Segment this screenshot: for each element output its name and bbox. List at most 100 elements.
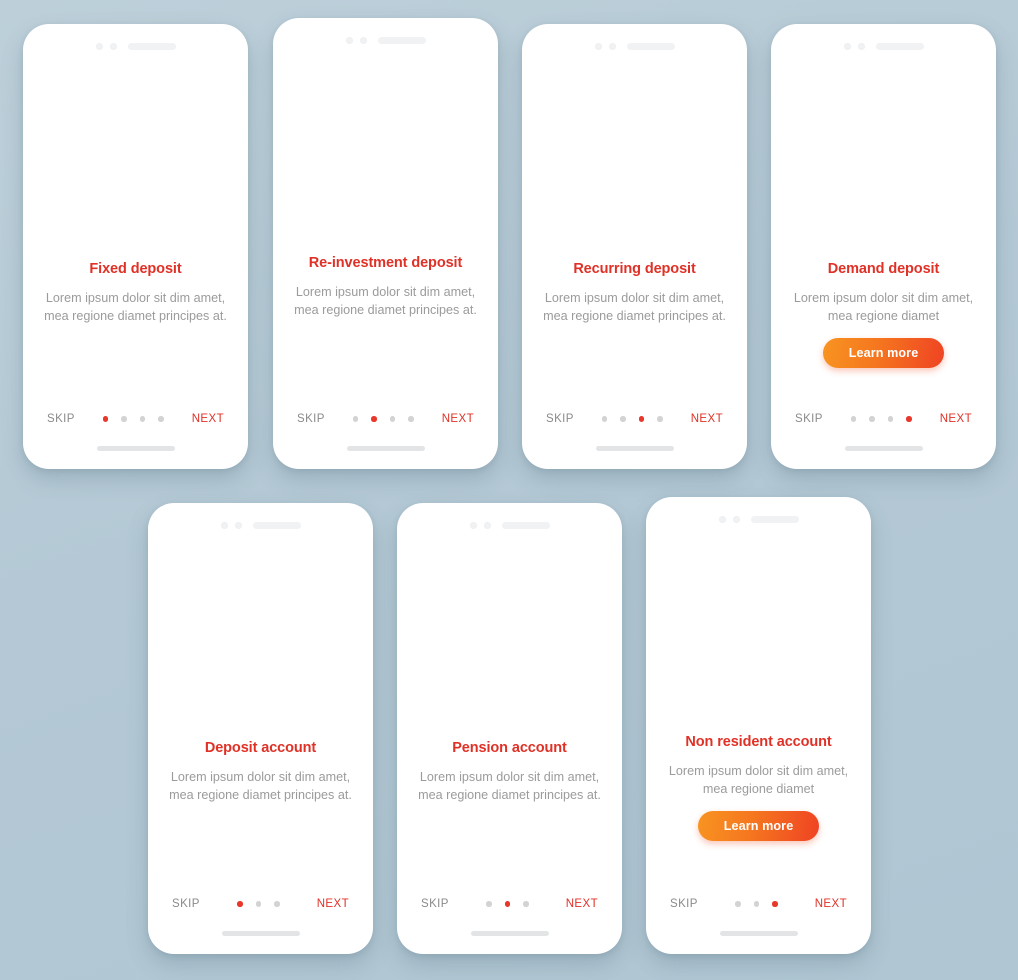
skip-button[interactable]: SKIP: [297, 413, 325, 425]
speaker-grille: [626, 42, 675, 50]
pagination-dot-1[interactable]: [601, 416, 608, 422]
pagination-dot-1[interactable]: [850, 416, 857, 422]
onboarding-nav: SKIP NEXT: [771, 413, 996, 425]
pagination-dot-4[interactable]: [408, 416, 414, 422]
card-description: Lorem ipsum dolor sit dim amet, mea regi…: [294, 285, 477, 317]
pagination-dot-4[interactable]: [657, 416, 663, 422]
pagination-dot-4[interactable]: [158, 416, 164, 422]
pagination-dots: [486, 901, 529, 907]
card-description: Lorem ipsum dolor sit dim amet, mea regi…: [543, 291, 726, 323]
skip-button[interactable]: SKIP: [172, 898, 200, 910]
phone-notch: [397, 503, 622, 537]
skip-button[interactable]: SKIP: [47, 413, 75, 425]
pagination-dot-3[interactable]: [638, 416, 645, 422]
next-button[interactable]: NEXT: [940, 413, 972, 425]
sensor-icon: [234, 521, 242, 529]
pagination-dot-2[interactable]: [121, 416, 127, 422]
speaker-grille: [127, 42, 176, 50]
card-title: Recurring deposit: [573, 261, 696, 277]
pagination-dots: [352, 416, 414, 422]
sensor-icon: [608, 42, 616, 50]
pagination-dots: [735, 901, 778, 907]
pagination-dot-4[interactable]: [906, 416, 912, 422]
card-title: Deposit account: [204, 740, 317, 756]
card-description: Lorem ipsum dolor sit dim amet, mea regi…: [418, 770, 601, 802]
next-button[interactable]: NEXT: [566, 898, 598, 910]
home-indicator: [221, 931, 300, 936]
onboarding-card-2: Re-investment deposit Lorem ipsum dolor s…: [273, 18, 498, 469]
learn-more-button[interactable]: Learn more: [822, 337, 945, 368]
camera-icon: [594, 42, 602, 50]
pagination-dot-3[interactable]: [523, 901, 529, 907]
card-title: Non resident account: [685, 734, 832, 750]
home-indicator: [470, 931, 549, 936]
speaker-grille: [750, 515, 799, 523]
onboarding-nav: SKIP NEXT: [397, 898, 622, 910]
camera-icon: [95, 42, 103, 50]
card-title: Demand deposit: [827, 261, 940, 277]
pagination-dot-1[interactable]: [486, 901, 492, 907]
speaker-grille: [875, 42, 924, 50]
card-title: Fixed deposit: [89, 261, 182, 277]
pagination-dot-2[interactable]: [371, 416, 377, 422]
next-button[interactable]: NEXT: [192, 413, 224, 425]
skip-button[interactable]: SKIP: [546, 413, 574, 425]
learn-more-wrap: Learn more: [787, 337, 980, 368]
phone-notch: [148, 503, 373, 537]
pagination-dot-1[interactable]: [102, 416, 109, 422]
card-description: Lorem ipsum dolor sit dim amet, mea regi…: [793, 291, 974, 323]
home-indicator: [346, 446, 425, 451]
speaker-grille: [501, 521, 550, 529]
demand-deposit-illustration: [784, 60, 984, 256]
camera-icon: [469, 521, 477, 529]
onboarding-nav: SKIP NEXT: [273, 413, 498, 425]
pagination-dot-3[interactable]: [389, 416, 396, 422]
skip-button[interactable]: SKIP: [421, 898, 449, 910]
speaker-grille: [252, 521, 301, 529]
card-text-block: Demand deposit Lorem ipsum dolor sit dim …: [771, 256, 996, 368]
speaker-grille: [377, 36, 426, 44]
onboarding-card-4: Demand deposit Lorem ipsum dolor sit dim …: [771, 24, 996, 469]
pagination-dot-2[interactable]: [255, 901, 262, 907]
pagination-dot-1[interactable]: [735, 901, 741, 907]
onboarding-card-1: Fixed deposit Lorem ipsum dolor sit dim a…: [23, 24, 248, 469]
card-title: Pension account: [452, 740, 567, 756]
onboarding-nav: SKIP NEXT: [646, 898, 871, 910]
next-button[interactable]: NEXT: [317, 898, 349, 910]
onboarding-nav: SKIP NEXT: [148, 898, 373, 910]
pagination-dot-1[interactable]: [352, 416, 359, 422]
onboarding-nav: SKIP NEXT: [522, 413, 747, 425]
pagination-dot-2[interactable]: [753, 901, 760, 907]
non-resident-account-illustration: [659, 533, 859, 729]
onboarding-nav: SKIP NEXT: [23, 413, 248, 425]
skip-button[interactable]: SKIP: [670, 898, 698, 910]
next-button[interactable]: NEXT: [691, 413, 723, 425]
camera-icon: [718, 515, 726, 523]
card-text-block: Fixed deposit Lorem ipsum dolor sit dim a…: [23, 256, 248, 325]
next-button[interactable]: NEXT: [815, 898, 847, 910]
pagination-dot-2[interactable]: [504, 901, 511, 907]
recurring-deposit-illustration: [535, 60, 735, 256]
onboarding-card-5: Deposit account Lorem ipsum dolor sit dim…: [148, 503, 373, 954]
card-text-block: Re-investment deposit Lorem ipsum dolor s…: [273, 250, 498, 319]
skip-button[interactable]: SKIP: [795, 413, 823, 425]
phone-notch: [771, 24, 996, 58]
camera-icon: [220, 521, 228, 529]
pagination-dots: [850, 416, 912, 422]
home-indicator: [595, 446, 674, 451]
card-text-block: Deposit account Lorem ipsum dolor sit dim…: [148, 735, 373, 804]
pagination-dot-3[interactable]: [772, 901, 778, 907]
home-indicator: [844, 446, 923, 451]
learn-more-button[interactable]: Learn more: [697, 810, 820, 841]
pagination-dot-2[interactable]: [620, 416, 626, 422]
sensor-icon: [483, 521, 491, 529]
sensor-icon: [732, 515, 740, 523]
pagination-dot-1[interactable]: [237, 901, 243, 907]
card-title: Re-investment deposit: [308, 255, 463, 271]
phone-notch: [522, 24, 747, 58]
pagination-dot-3[interactable]: [274, 901, 280, 907]
pagination-dot-3[interactable]: [887, 416, 894, 422]
pagination-dot-2[interactable]: [869, 416, 875, 422]
next-button[interactable]: NEXT: [442, 413, 474, 425]
pagination-dot-3[interactable]: [139, 416, 146, 422]
